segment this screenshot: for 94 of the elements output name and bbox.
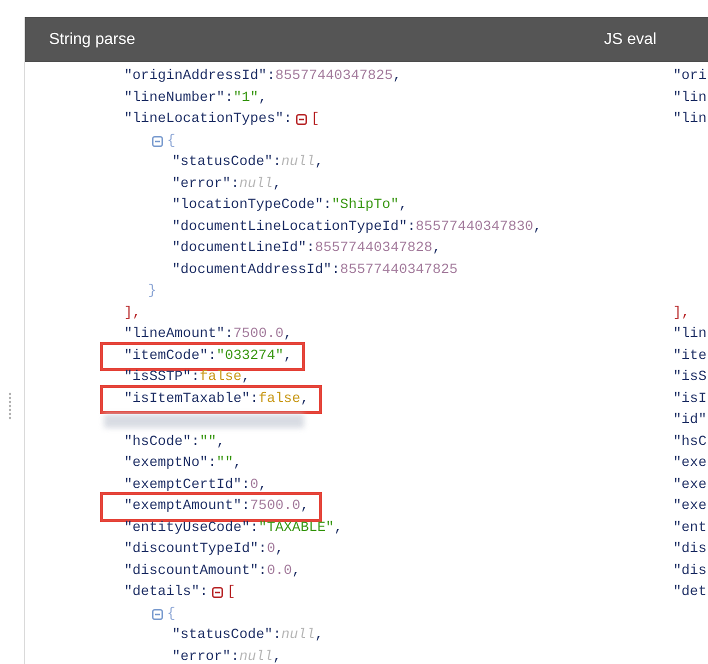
json-key: "lineNumber": [124, 88, 234, 109]
json-value: "1" [233, 88, 258, 108]
comma: , [314, 153, 324, 172]
json-key: "exemptAmount": [124, 496, 250, 518]
json-value: null [281, 153, 315, 172]
json-key: "error": [172, 646, 240, 664]
json-key: "isS [673, 369, 707, 385]
json-key: "documentLineId": [172, 238, 315, 260]
json-value: "ShipTo" [332, 196, 399, 215]
close-bracket: } [148, 282, 156, 301]
json-key: "exemptNo": [124, 453, 216, 474]
json-key: "lin [673, 90, 707, 106]
comma: , [272, 648, 282, 664]
collapse-toggle-icon[interactable] [152, 608, 163, 620]
json-value: 85577440347828 [314, 239, 432, 258]
json-value: 7500.0 [250, 497, 300, 516]
json-key: "lin [673, 326, 707, 342]
collapse-toggle-icon[interactable] [152, 136, 163, 147]
json-key: "exe [673, 476, 707, 492]
panel-title: JS eval [604, 30, 656, 50]
comma: , [242, 368, 250, 387]
comma: , [432, 239, 441, 258]
comma: , [258, 88, 267, 108]
json-value: 85577440347825 [275, 67, 393, 86]
json-value: null [239, 648, 273, 664]
json-key: "dis [673, 541, 707, 557]
json-value: "TAXABLE" [258, 518, 334, 538]
json-key: "lineLocationTypes": [124, 109, 292, 130]
json-key: "ent [673, 520, 707, 536]
json-key: "isItemTaxable": [124, 388, 258, 410]
json-key: "isSSTP": [124, 367, 200, 388]
json-value: 0 [266, 540, 276, 559]
json-key: "exe [673, 455, 707, 471]
json-key: "locationTypeCode": [172, 195, 332, 216]
comma: , [275, 540, 284, 559]
comma: , [392, 67, 402, 86]
json-key: "det [673, 584, 707, 600]
open-bracket: [ [311, 110, 320, 129]
json-value: false [258, 390, 300, 408]
json-key: "ori [673, 68, 707, 84]
comma: , [216, 432, 225, 452]
json-key: "itemCode": [124, 346, 216, 367]
drag-handle-icon[interactable] [8, 392, 12, 420]
json-value: "" [216, 454, 234, 473]
comma: , [233, 454, 242, 473]
json-key: "originAddressId": [124, 66, 276, 88]
json-key: "details": [124, 582, 208, 604]
json-key: "isI [673, 390, 707, 406]
comma: , [300, 497, 309, 516]
json-key: "documentLineLocationTypeId": [172, 216, 416, 238]
json-key: "dis [673, 562, 707, 578]
json-key: "discountAmount": [124, 560, 267, 582]
open-bracket: [ [227, 583, 236, 602]
json-key: "lineAmount": [124, 324, 234, 346]
close-bracket: ], [673, 304, 690, 320]
json-key: "statusCode": [172, 625, 282, 646]
collapse-toggle-icon[interactable] [296, 114, 308, 126]
panel-title: String parse [49, 30, 136, 50]
comma: , [533, 218, 542, 236]
json-value: "" [200, 432, 216, 452]
comma: , [258, 476, 267, 494]
collapse-toggle-icon[interactable] [212, 587, 224, 598]
json-key: "error": [172, 174, 240, 195]
json-value: "033274" [216, 346, 284, 366]
json-key: "discountTypeId": [124, 539, 267, 560]
json-key: "hsC [673, 434, 707, 450]
open-bracket: { [167, 604, 176, 624]
json-key: "exe [673, 498, 707, 514]
comma: , [292, 562, 300, 580]
json-value: null [281, 626, 315, 645]
comma: , [272, 174, 282, 194]
json-value: false [200, 368, 242, 387]
comma: , [284, 346, 292, 366]
comma: , [398, 196, 408, 215]
close-bracket: ], [124, 304, 141, 322]
json-key: "hsCode": [124, 432, 200, 453]
comma: , [300, 390, 309, 408]
comma: , [334, 518, 342, 538]
open-bracket: { [167, 132, 176, 150]
json-key: "ite [673, 348, 707, 364]
json-value: 7500.0 [233, 325, 284, 344]
json-value: 85577440347830 [416, 218, 534, 236]
json-key: "statusCode": [172, 152, 282, 174]
json-key: "entityUseCode": [124, 518, 258, 539]
json-value: null [239, 174, 273, 194]
json-key: "documentAddressId": [172, 260, 340, 281]
comma: , [284, 325, 292, 344]
comma: , [314, 626, 324, 645]
json-key: "exemptCertId": [124, 474, 250, 496]
json-value: 85577440347825 [340, 260, 458, 280]
json-value: 0.0 [266, 562, 292, 580]
json-key: "lin [673, 111, 707, 127]
json-key: "id" [673, 412, 707, 428]
json-value: 0 [250, 476, 258, 494]
